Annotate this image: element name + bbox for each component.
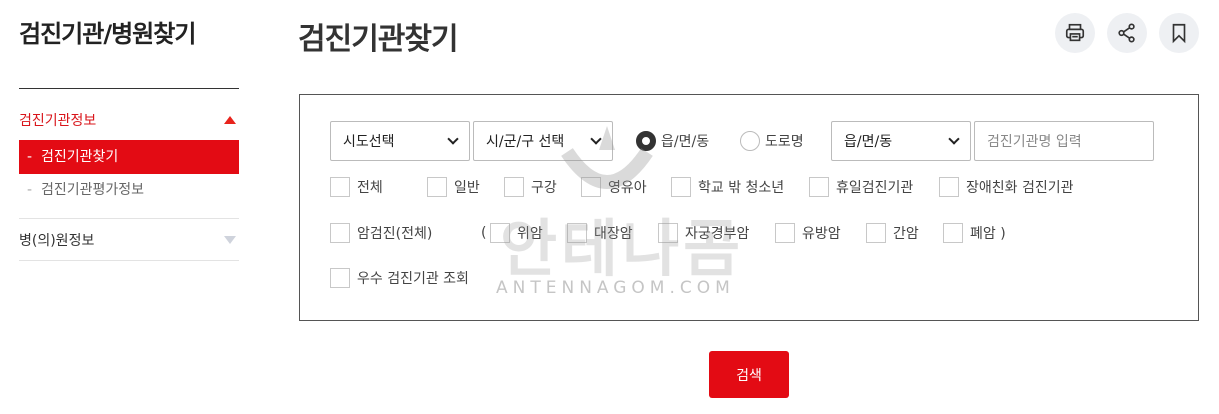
paren-open: (: [481, 225, 487, 241]
checkbox-out-of-school-youth[interactable]: 학교 밖 청소년: [671, 177, 784, 197]
sidebar-divider: [19, 88, 239, 89]
page-root: 검진기관/병원찾기 검진기관정보 - 검진기관찾기 - 검진기관평가정보 병(의)원…: [0, 0, 1219, 414]
checkbox-general[interactable]: 일반: [427, 177, 480, 197]
checkbox-label: 전체: [357, 180, 383, 196]
share-button[interactable]: [1107, 13, 1147, 53]
checkbox-label: 구강: [531, 180, 557, 196]
chevron-down-icon: [948, 133, 960, 145]
sidebar-separator: [19, 218, 239, 219]
radio-eupmyeondong[interactable]: 읍/면/동: [636, 131, 709, 151]
chevron-down-icon: [447, 133, 459, 145]
bookmark-button[interactable]: [1159, 13, 1199, 53]
checkbox-box[interactable]: [581, 177, 601, 197]
checkbox-label: 대장암: [594, 226, 633, 242]
sidebar-title: 검진기관/병원찾기: [19, 20, 196, 48]
checkbox-box[interactable]: [490, 223, 510, 243]
checkbox-box[interactable]: [330, 268, 350, 288]
institution-name-placeholder: 검진기관명 입력: [987, 134, 1082, 150]
checkbox-box[interactable]: [658, 223, 678, 243]
checkbox-box[interactable]: [330, 223, 350, 243]
eupmyeondong-select-value: 읍/면/동: [844, 134, 893, 150]
chevron-down-icon: [590, 133, 602, 145]
checkbox-label: 위암: [517, 226, 543, 242]
checkbox-box[interactable]: [943, 223, 963, 243]
checkbox-box[interactable]: [671, 177, 691, 197]
radio-selected-icon: [636, 131, 656, 151]
radio-doro-label: 도로명: [765, 134, 804, 150]
sigungu-select-value: 시/군/구 선택: [486, 134, 565, 150]
share-icon: [1118, 23, 1135, 43]
checkbox-label: 유방암: [802, 226, 841, 242]
checkbox-oral[interactable]: 구강: [504, 177, 557, 197]
page-title: 검진기관찾기: [298, 22, 459, 57]
checkbox-label: 간암: [893, 226, 919, 242]
checkbox-label: 자궁경부암: [685, 226, 750, 242]
print-button[interactable]: [1055, 13, 1095, 53]
checkbox-label: 일반: [454, 180, 480, 196]
bookmark-icon: [1172, 23, 1186, 44]
checkbox-box[interactable]: [427, 177, 447, 197]
checkbox-label: 우수 검진기관 조회: [357, 271, 469, 287]
sidebar-separator: [19, 260, 239, 261]
checkbox-infant[interactable]: 영유아: [581, 177, 647, 197]
sido-select[interactable]: 시도선택: [330, 121, 470, 161]
sidebar-group-checkup[interactable]: 검진기관정보: [19, 110, 239, 130]
sidebar-group-hospital[interactable]: 병(의)원정보: [19, 230, 239, 250]
checkbox-colon[interactable]: 대장암: [567, 223, 633, 243]
checkbox-breast[interactable]: 유방암: [775, 223, 841, 243]
checkbox-box[interactable]: [866, 223, 886, 243]
checkbox-label: 장애친화 검진기관: [966, 180, 1074, 196]
search-button[interactable]: 검색: [709, 351, 789, 398]
checkbox-stomach[interactable]: 위암: [490, 223, 543, 243]
sidebar-item-label: 검진기관평가정보: [41, 182, 145, 198]
checkbox-box[interactable]: [567, 223, 587, 243]
radio-doro[interactable]: 도로명: [740, 131, 804, 151]
eupmyeondong-select[interactable]: 읍/면/동: [831, 121, 971, 161]
checkbox-box[interactable]: [809, 177, 829, 197]
checkbox-label: 암검진(전체): [357, 226, 433, 242]
checkbox-cervical[interactable]: 자궁경부암: [658, 223, 749, 243]
radio-unselected-icon: [740, 131, 760, 151]
checkbox-liver[interactable]: 간암: [866, 223, 919, 243]
radio-eupmyeondong-label: 읍/면/동: [661, 134, 710, 150]
checkbox-label: 휴일검진기관: [836, 180, 914, 196]
checkbox-box[interactable]: [775, 223, 795, 243]
checkbox-box[interactable]: [504, 177, 524, 197]
checkbox-label: 폐암 ): [970, 226, 1006, 242]
checkbox-box[interactable]: [939, 177, 959, 197]
checkbox-disability-friendly[interactable]: 장애친화 검진기관: [939, 177, 1074, 197]
checkbox-excellent[interactable]: 우수 검진기관 조회: [330, 268, 469, 288]
checkbox-cancer-all[interactable]: 암검진(전체): [330, 223, 432, 243]
triangle-up-icon: [224, 116, 236, 124]
sido-select-value: 시도선택: [343, 134, 395, 150]
sidebar-item-find-checkup[interactable]: - 검진기관찾기: [19, 140, 239, 174]
checkbox-label: 영유아: [608, 180, 647, 196]
print-icon: [1065, 23, 1085, 42]
checkbox-all[interactable]: 전체: [330, 177, 383, 197]
search-panel: 시도선택 시/군/구 선택 읍/면/동 도로명 읍/면/동 검진기관명 입력 전…: [299, 94, 1199, 321]
sidebar-item-checkup-eval[interactable]: - 검진기관평가정보: [19, 173, 239, 207]
checkbox-box[interactable]: [330, 177, 350, 197]
sidebar-item-label: 검진기관찾기: [41, 149, 119, 165]
institution-name-input[interactable]: 검진기관명 입력: [974, 121, 1154, 161]
checkbox-holiday[interactable]: 휴일검진기관: [809, 177, 913, 197]
triangle-down-icon: [224, 236, 236, 244]
checkbox-label: 학교 밖 청소년: [698, 180, 785, 196]
sidebar-group-hospital-label: 병(의)원정보: [19, 233, 95, 249]
sidebar-group-checkup-label: 검진기관정보: [19, 113, 97, 129]
sigungu-select[interactable]: 시/군/구 선택: [473, 121, 613, 161]
checkbox-lung[interactable]: 폐암 ): [943, 223, 1006, 243]
